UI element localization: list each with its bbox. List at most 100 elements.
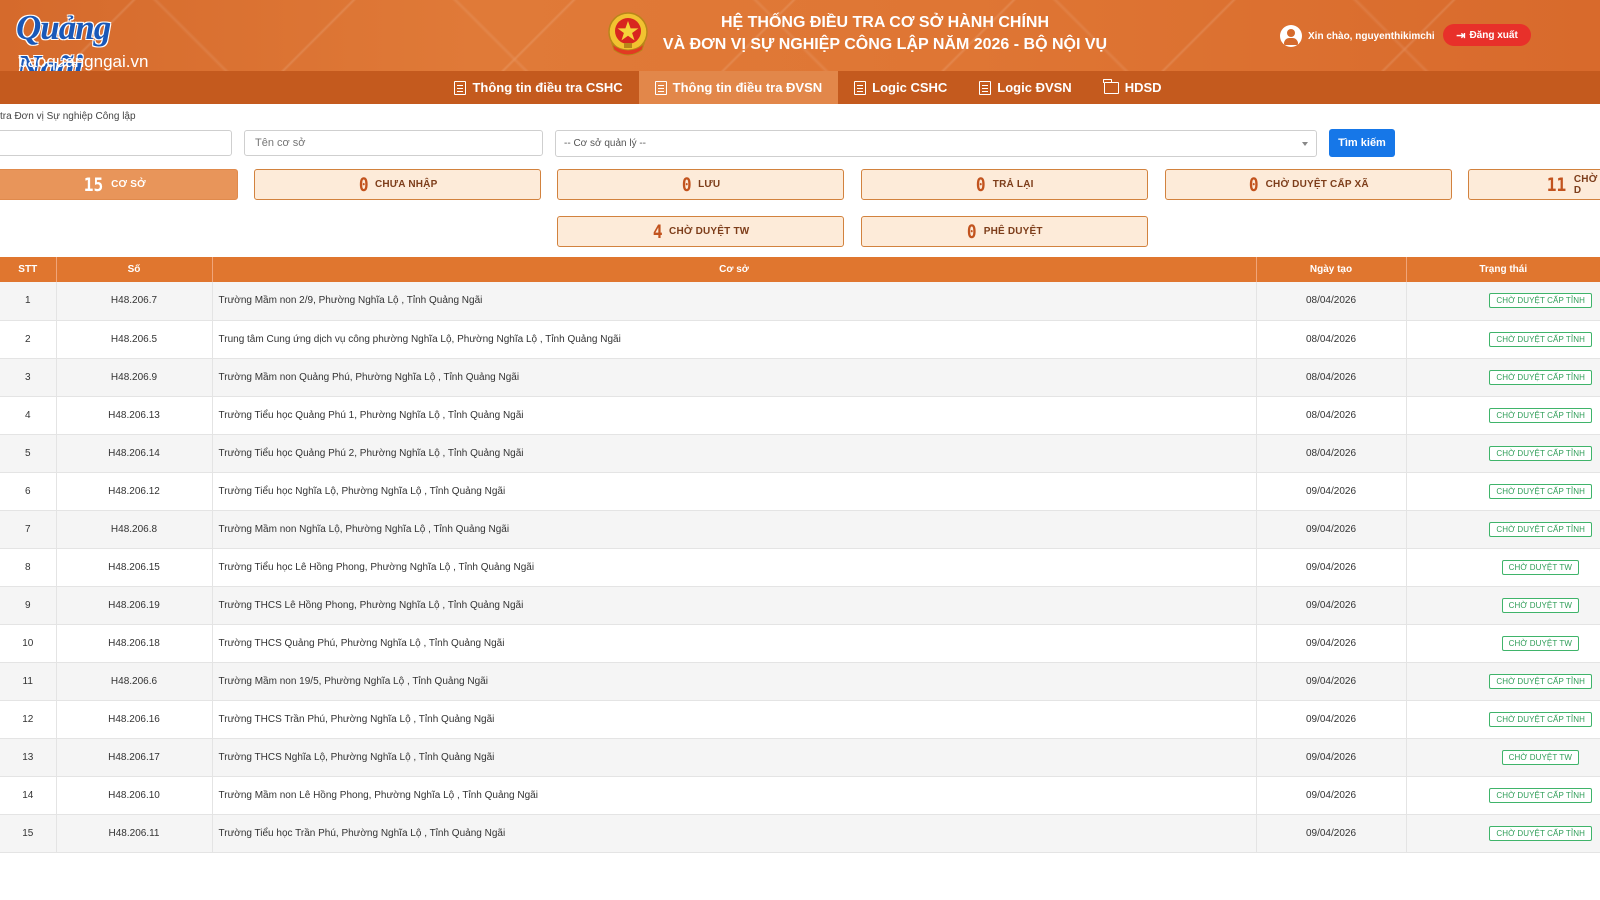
stat-pending-commune[interactable]: 0 CHỜ DUYỆT CẤP XÃ: [1165, 169, 1452, 200]
cell-coso[interactable]: Trường Mầm non Nghĩa Lộ, Phường Nghĩa Lộ…: [212, 510, 1257, 549]
cell-trang-thai: CHỜ DUYỆT CẤP TỈNH: [1406, 776, 1600, 815]
cell-so: H48.206.5: [56, 320, 213, 359]
table-row[interactable]: 12 H48.206.16 Trường THCS Trần Phú, Phường…: [0, 700, 1600, 739]
table-row[interactable]: 8 H48.206.15 Trường Tiểu học Lê Hồng Phong…: [0, 548, 1600, 587]
user-greeting: Xin chào, nguyenthikimchi: [1308, 30, 1435, 42]
nav-dvsn-info[interactable]: Thông tin điều tra ĐVSN: [638, 71, 839, 104]
cell-trang-thai: CHỜ DUYỆT CẤP TỈNH: [1406, 396, 1600, 435]
cell-stt: 14: [0, 776, 57, 815]
stat-total[interactable]: 15 CƠ SỞ: [0, 169, 238, 200]
cell-coso[interactable]: Trường Tiểu học Quảng Phú 2, Phường Nghĩ…: [212, 434, 1257, 473]
cell-coso[interactable]: Trung tâm Cung ứng dịch vụ công phường N…: [212, 320, 1257, 359]
table-header-row: STT Số Cơ sở Ngày tạo Trạng thái: [0, 257, 1600, 282]
table-row[interactable]: 2 H48.206.5 Trung tâm Cung ứng dịch vụ côn…: [0, 320, 1600, 359]
nav-hdsd[interactable]: HDSD: [1088, 71, 1178, 104]
logout-icon: ⇥: [1456, 29, 1466, 42]
cell-stt: 13: [0, 738, 57, 777]
cell-ngay-tao: 09/04/2026: [1256, 662, 1407, 701]
cell-coso[interactable]: Trường Mầm non Quảng Phú, Phường Nghĩa L…: [212, 358, 1257, 397]
col-header-trang-thai[interactable]: Trạng thái: [1406, 257, 1600, 282]
cell-ngay-tao: 09/04/2026: [1256, 814, 1407, 853]
stat-count: 0: [976, 173, 986, 196]
table-body: 1 H48.206.7 Trường Mầm non 2/9, Phường Ngh…: [0, 282, 1600, 853]
cell-coso[interactable]: Trường THCS Lê Hồng Phong, Phường Nghĩa …: [212, 586, 1257, 625]
cell-coso[interactable]: Trường Tiểu học Quảng Phú 1, Phường Nghĩ…: [212, 396, 1257, 435]
table-row[interactable]: 15 H48.206.11 Trường Tiểu học Trần Phú, Ph…: [0, 814, 1600, 853]
table-row[interactable]: 6 H48.206.12 Trường Tiểu học Nghĩa Lộ, Phư…: [0, 472, 1600, 511]
name-input[interactable]: [244, 130, 543, 156]
cell-trang-thai: CHỜ DUYỆT CẤP TỈNH: [1406, 700, 1600, 739]
cell-ngay-tao: 09/04/2026: [1256, 548, 1407, 587]
cell-coso[interactable]: Trường THCS Nghĩa Lộ, Phường Nghĩa Lộ , …: [212, 738, 1257, 777]
nav-label: Thông tin điều tra CSHC: [472, 80, 623, 95]
col-header-ngay-tao[interactable]: Ngày tạo: [1256, 257, 1407, 282]
col-header-coso[interactable]: Cơ sở: [212, 257, 1257, 282]
folder-icon: [1103, 78, 1119, 94]
stat-count: 0: [681, 173, 692, 196]
cell-coso[interactable]: Trường Mầm non 19/5, Phường Nghĩa Lộ , T…: [212, 662, 1257, 701]
cell-coso[interactable]: Trường Tiểu học Nghĩa Lộ, Phường Nghĩa L…: [212, 472, 1257, 511]
nav-label: Logic CSHC: [872, 80, 948, 95]
table-row[interactable]: 13 H48.206.17 Trường THCS Nghĩa Lộ, Phường…: [0, 738, 1600, 777]
cell-so: H48.206.10: [56, 776, 213, 815]
stat-label: CƠ SỞ: [111, 179, 146, 190]
nav-logic-cshc[interactable]: Logic CSHC: [838, 71, 963, 104]
stat-saved[interactable]: 0 LƯU: [557, 169, 844, 200]
cell-trang-thai: CHỜ DUYỆT TW: [1406, 738, 1600, 777]
status-badge: CHỜ DUYỆT CẤP TỈNH: [1489, 787, 1592, 803]
user-area[interactable]: Xin chào, nguyenthikimchi: [1280, 24, 1435, 48]
cell-trang-thai: CHỜ DUYỆT TW: [1406, 624, 1600, 663]
main-nav: Thông tin điều tra CSHC Thông tin điều t…: [0, 71, 1600, 104]
cell-coso[interactable]: Trường THCS Quảng Phú, Phường Nghĩa Lộ ,…: [212, 624, 1257, 663]
nav-label: Logic ĐVSN: [997, 80, 1072, 95]
document-icon: [854, 80, 867, 95]
stat-approved[interactable]: 0 PHÊ DUYỆT: [861, 216, 1148, 247]
table-row[interactable]: 1 H48.206.7 Trường Mầm non 2/9, Phường Ngh…: [0, 282, 1600, 321]
col-header-so[interactable]: Số: [56, 257, 213, 282]
table-row[interactable]: 3 H48.206.9 Trường Mầm non Quảng Phú, Phườ…: [0, 358, 1600, 397]
table-row[interactable]: 10 H48.206.18 Trường THCS Quảng Phú, Phườn…: [0, 624, 1600, 663]
search-button[interactable]: Tìm kiếm: [1329, 129, 1395, 157]
stat-label: CHỜ DUYỆT CẤP XÃ: [1265, 179, 1369, 190]
nav-logic-dvsn[interactable]: Logic ĐVSN: [963, 71, 1087, 104]
document-icon: [979, 80, 992, 95]
table-row[interactable]: 5 H48.206.14 Trường Tiểu học Quảng Phú 2, …: [0, 434, 1600, 473]
table-row[interactable]: 9 H48.206.19 Trường THCS Lê Hồng Phong, Ph…: [0, 586, 1600, 625]
table-row[interactable]: 11 H48.206.6 Trường Mầm non 19/5, Phường N…: [0, 662, 1600, 701]
logout-button[interactable]: ⇥ Đăng xuất: [1443, 24, 1531, 46]
cell-so: H48.206.6: [56, 662, 213, 701]
table-row[interactable]: 7 H48.206.8 Trường Mầm non Nghĩa Lộ, Phườn…: [0, 510, 1600, 549]
cell-ngay-tao: 09/04/2026: [1256, 586, 1407, 625]
cell-ngay-tao: 08/04/2026: [1256, 434, 1407, 473]
status-badge: CHỜ DUYỆT CẤP TỈNH: [1489, 673, 1592, 689]
stat-pending-central[interactable]: 4 CHỜ DUYỆT TW: [557, 216, 844, 247]
cell-coso[interactable]: Trường Tiểu học Lê Hồng Phong, Phường Ng…: [212, 548, 1257, 587]
cell-stt: 12: [0, 700, 57, 739]
cell-ngay-tao: 08/04/2026: [1256, 282, 1407, 321]
col-header-stt[interactable]: STT: [0, 257, 57, 282]
nav-cshc-info[interactable]: Thông tin điều tra CSHC: [438, 71, 638, 104]
status-badge: CHỜ DUYỆT CẤP TỈNH: [1489, 331, 1592, 347]
cell-coso[interactable]: Trường THCS Trần Phú, Phường Nghĩa Lộ , …: [212, 700, 1257, 739]
stat-not-entered[interactable]: 0 CHƯA NHẬP: [254, 169, 541, 200]
cell-coso[interactable]: Trường Tiểu học Trần Phú, Phường Nghĩa L…: [212, 814, 1257, 853]
code-input[interactable]: [0, 130, 232, 156]
site-logo[interactable]: Quảng Ngãi baoquangngai.vn: [16, 8, 176, 71]
cell-stt: 9: [0, 586, 57, 625]
cell-stt: 2: [0, 320, 57, 359]
table-row[interactable]: 14 H48.206.10 Trường Mầm non Lê Hồng Phong…: [0, 776, 1600, 815]
stat-returned[interactable]: 0 TRẢ LẠI: [861, 169, 1148, 200]
manager-select[interactable]: -- Cơ sở quản lý --: [555, 130, 1317, 157]
cell-ngay-tao: 08/04/2026: [1256, 358, 1407, 397]
status-badge: CHỜ DUYỆT CẤP TỈNH: [1489, 521, 1592, 537]
stat-count: 0: [358, 173, 369, 196]
cell-coso[interactable]: Trường Mầm non Lê Hồng Phong, Phường Ngh…: [212, 776, 1257, 815]
status-badge: CHỜ DUYỆT TW: [1501, 749, 1579, 765]
cell-ngay-tao: 09/04/2026: [1256, 624, 1407, 663]
facility-table-container: STT Số Cơ sở Ngày tạo Trạng thái 1 H48.20…: [0, 257, 1600, 853]
logout-label: Đăng xuất: [1469, 29, 1518, 41]
cell-trang-thai: CHỜ DUYỆT CẤP TỈNH: [1406, 358, 1600, 397]
cell-coso[interactable]: Trường Mầm non 2/9, Phường Nghĩa Lộ , Tỉ…: [212, 282, 1257, 321]
stat-pending-province[interactable]: 11 CHỜ D: [1468, 169, 1600, 200]
table-row[interactable]: 4 H48.206.13 Trường Tiểu học Quảng Phú 1, …: [0, 396, 1600, 435]
